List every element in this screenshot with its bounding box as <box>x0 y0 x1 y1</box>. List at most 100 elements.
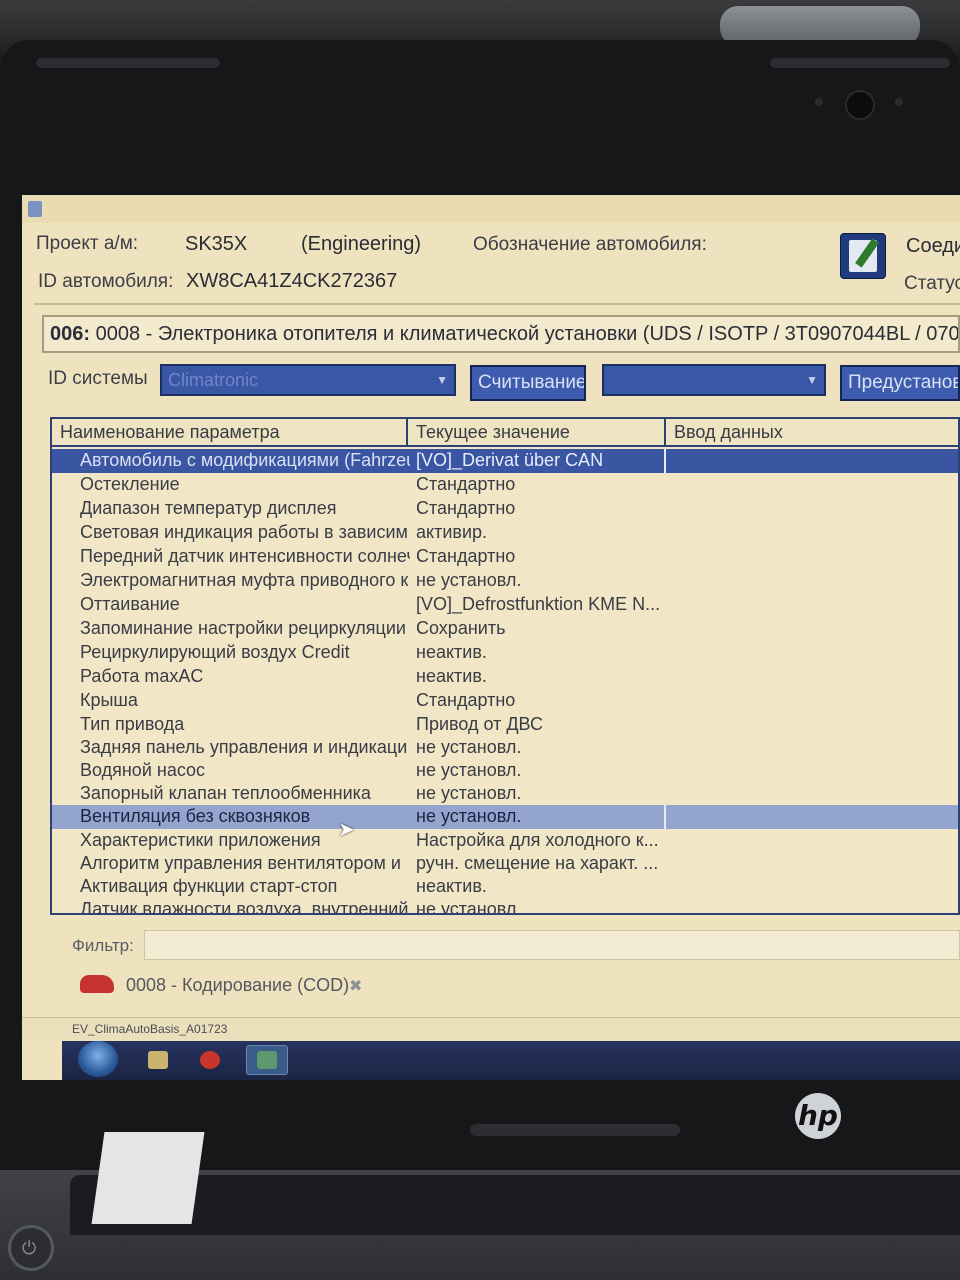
table-row[interactable]: Крыша Стандартно <box>52 689 958 713</box>
table-row[interactable]: Рециркулирующий воздух Credit неактив. <box>52 641 958 665</box>
webcam-icon <box>845 90 875 120</box>
parameters-table: Наименование параметра Текущее значение … <box>50 417 960 915</box>
param-name: Передний датчик интенсивности солнеч <box>80 546 410 566</box>
param-name: Характеристики приложения <box>80 830 321 850</box>
param-name: Вентиляция без сквозняков <box>80 806 311 826</box>
table-row[interactable]: Диапазон температур дисплея Стандартно <box>52 497 958 521</box>
column-header-name[interactable]: Наименование параметра <box>60 422 280 443</box>
title-bar <box>22 195 960 223</box>
param-name: Запорный клапан теплообменника <box>80 783 371 803</box>
param-value: не установл. <box>416 783 522 803</box>
table-row[interactable]: Датчик влажности воздуха, внутренний не … <box>52 898 958 913</box>
chevron-down-icon: ▼ <box>806 373 818 387</box>
keyboard-edge <box>70 1175 960 1235</box>
table-row[interactable]: Электромагнитная муфта приводного к не у… <box>52 569 958 593</box>
table-row[interactable]: Световая индикация работы в зависим акти… <box>52 521 958 545</box>
param-name: Остекление <box>80 474 180 494</box>
param-name: Рециркулирующий воздух Credit <box>80 642 350 662</box>
table-row-highlighted[interactable]: Вентиляция без сквозняков не установл. <box>52 805 958 829</box>
header-divider <box>34 303 960 305</box>
cell-separator <box>664 449 666 473</box>
second-dropdown[interactable]: ▼ <box>602 364 826 396</box>
hp-logo: hp <box>795 1093 841 1139</box>
project-code: SK35X <box>185 233 248 255</box>
table-row[interactable]: Передний датчик интенсивности солнеч Ста… <box>52 545 958 569</box>
module-description: 0008 - Электроника отопителя и климатиче… <box>95 323 960 345</box>
close-icon[interactable]: ✖ <box>349 976 362 996</box>
status-label: Статус <box>904 273 960 294</box>
preset-button[interactable]: Предустанов <box>840 365 960 401</box>
param-name: Световая индикация работы в зависим <box>80 522 408 542</box>
param-value: активир. <box>416 522 488 542</box>
connection-label: Соеди <box>906 235 960 257</box>
param-name: Тип привода <box>80 714 185 734</box>
mouse-cursor-icon: ➤ <box>338 819 355 841</box>
param-name: Активация функции старт-стоп <box>80 876 338 896</box>
column-separator[interactable] <box>406 419 408 447</box>
param-name: Водяной насос <box>80 760 206 780</box>
param-value: Стандартно <box>416 546 516 566</box>
column-header-value[interactable]: Текущее значение <box>416 422 570 443</box>
table-row[interactable]: Задняя панель управления и индикаци не у… <box>52 736 958 760</box>
param-value: Стандартно <box>416 690 516 710</box>
car-icon <box>80 975 114 993</box>
table-row[interactable]: Работа maxAC неактив. <box>52 665 958 689</box>
power-icon: ⏻ <box>22 1238 37 1258</box>
filter-input[interactable] <box>144 930 960 960</box>
bezel-slot <box>770 58 950 68</box>
system-id-value: Climatronic <box>168 370 259 390</box>
vin-label: ID автомобиля: <box>38 271 174 292</box>
read-button[interactable]: Считывание <box>470 365 586 401</box>
param-name: Задняя панель управления и индикаци <box>80 737 408 757</box>
status-text: EV_ClimaAutoBasis_A01723 <box>72 1022 228 1036</box>
edit-button[interactable] <box>840 233 886 279</box>
table-row[interactable]: Алгоритм управления вентилятором и ручн.… <box>52 852 958 876</box>
app-icon <box>28 201 42 217</box>
param-value: Стандартно <box>416 498 516 518</box>
table-row[interactable]: Запоминание настройки рециркуляции Сохра… <box>52 617 958 641</box>
table-row[interactable]: Остекление Стандартно <box>52 473 958 497</box>
param-value: [VO]_Derivat über CAN <box>416 450 604 470</box>
table-row[interactable]: Автомобиль с модификациями (Fahrzeug [VO… <box>52 449 958 473</box>
param-name: Оттаивание <box>80 594 180 614</box>
column-separator[interactable] <box>664 419 666 447</box>
param-name: Электромагнитная муфта приводного к <box>80 570 409 590</box>
param-value: не установл. <box>416 806 522 826</box>
table-row[interactable]: Оттаивание [VO]_Defrostfunktion KME N... <box>52 593 958 617</box>
table-row[interactable]: Тип привода Привод от ДВС <box>52 713 958 737</box>
filter-label: Фильтр: <box>72 936 134 955</box>
tab-coding[interactable]: 0008 - Кодирование (COD) <box>126 975 349 996</box>
param-value: неактив. <box>416 642 487 662</box>
table-row[interactable]: Запорный клапан теплообменника не устано… <box>52 782 958 806</box>
table-row[interactable]: Характеристики приложения Настройка для … <box>52 829 958 853</box>
column-header-input[interactable]: Ввод данных <box>674 422 783 443</box>
folder-icon[interactable] <box>148 1051 168 1069</box>
param-name: Алгоритм управления вентилятором и <box>80 853 401 873</box>
table-header: Наименование параметра Текущее значение … <box>52 419 958 447</box>
taskbar <box>62 1041 960 1080</box>
param-value: Стандартно <box>416 474 516 494</box>
hinge <box>470 1124 680 1136</box>
param-name: Крыша <box>80 690 138 710</box>
param-name: Диапазон температур дисплея <box>80 498 337 518</box>
project-label: Проект а/м: <box>36 233 139 254</box>
system-id-dropdown[interactable]: Climatronic ▼ <box>160 364 456 396</box>
project-mode: (Engineering) <box>301 233 422 255</box>
param-value: Настройка для холодного к... <box>416 830 659 850</box>
param-value: [VO]_Defrostfunktion KME N... <box>416 594 661 614</box>
table-row[interactable]: Водяной насос не установл. <box>52 759 958 783</box>
param-value: Сохранить <box>416 618 506 638</box>
param-value: не установл. <box>416 570 522 590</box>
param-value: не установл. <box>416 737 522 757</box>
designation-label: Обозначение автомобиля: <box>473 234 707 255</box>
table-row[interactable]: Активация функции старт-стоп неактив. <box>52 875 958 899</box>
browser-icon[interactable] <box>200 1051 220 1069</box>
screen: Проект а/м: SK35X (Engineering) Обозначе… <box>22 195 960 1080</box>
webcam-sensor-icon <box>895 98 903 106</box>
webcam-led-icon <box>815 98 823 106</box>
diagnostic-app-icon <box>257 1051 277 1069</box>
start-button[interactable] <box>78 1041 118 1077</box>
vin-value: XW8CA41Z4CK272367 <box>186 270 398 292</box>
param-value: ручн. смещение на характ. ... <box>416 853 659 873</box>
system-id-label: ID системы <box>48 368 148 389</box>
